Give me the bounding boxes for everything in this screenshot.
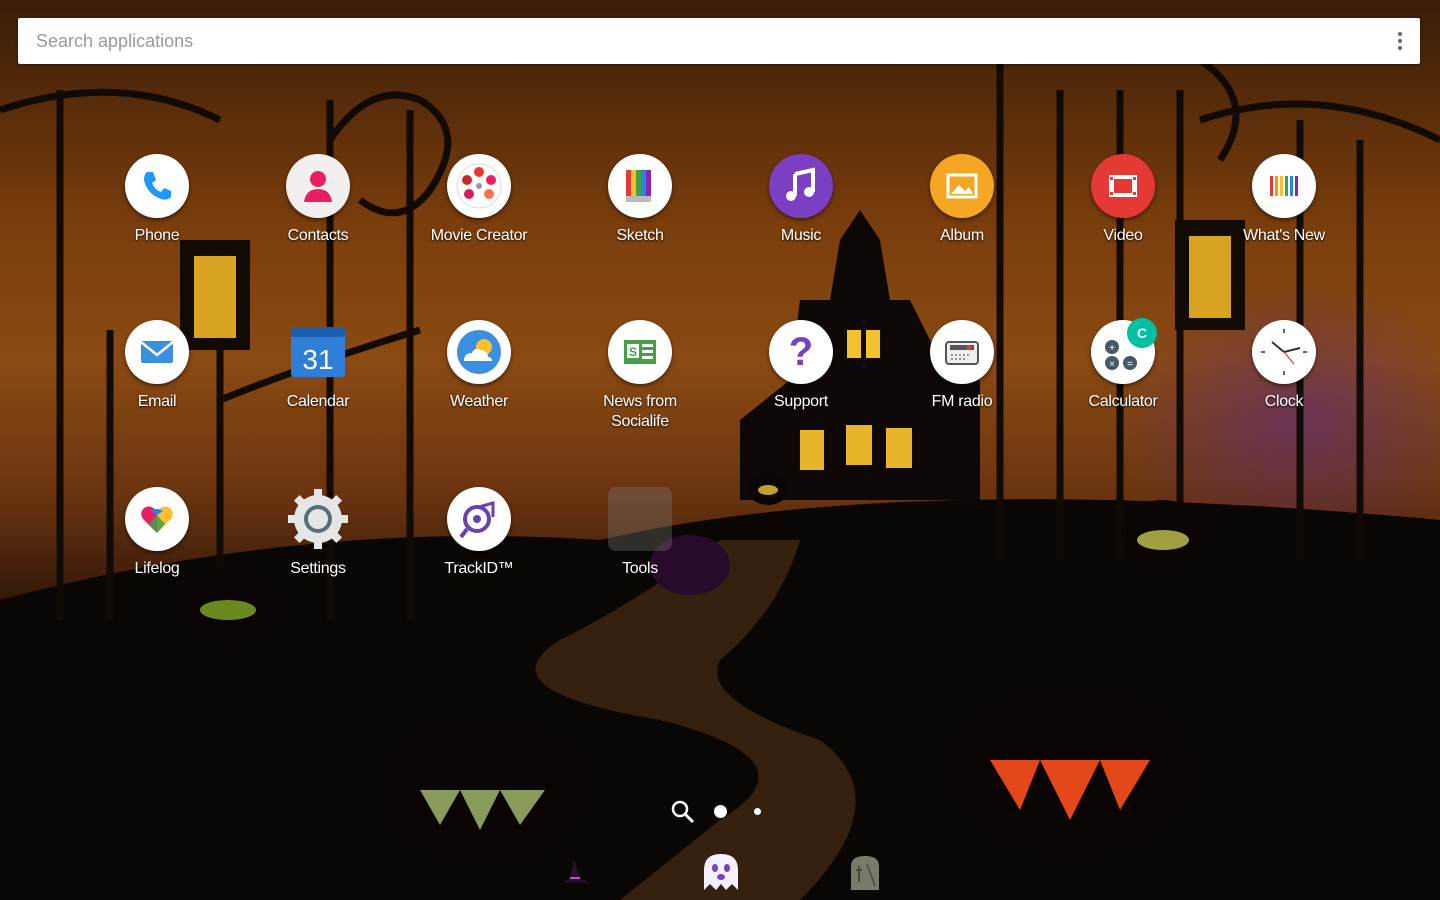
page-indicator	[666, 796, 776, 828]
settings-icon	[286, 487, 350, 551]
app-label: Sketch	[616, 227, 664, 244]
calendar-day: 31	[302, 344, 333, 375]
phone-icon	[125, 154, 189, 218]
app-clock[interactable]: Clock	[1209, 320, 1359, 440]
app-label: What's New	[1243, 227, 1325, 244]
app-label: Calculator	[1088, 393, 1158, 410]
calculator-badge: C	[1127, 318, 1157, 348]
app-whats-new[interactable]: What's New	[1209, 154, 1359, 274]
app-news-from-socialife[interactable]: S News from Socialife	[565, 320, 715, 440]
app-label: Clock	[1264, 393, 1304, 410]
page-dot-active[interactable]	[714, 805, 727, 818]
app-label: Support	[774, 393, 828, 410]
app-email[interactable]: Email	[82, 320, 232, 440]
app-calendar[interactable]: 31 Calendar	[243, 320, 393, 440]
fm-radio-icon	[930, 320, 994, 384]
app-label: Weather	[449, 393, 509, 410]
app-trackid[interactable]: TrackID™	[404, 487, 554, 607]
app-sketch[interactable]: Sketch	[565, 154, 715, 274]
app-label: Video	[1103, 227, 1143, 244]
calendar-icon: 31	[286, 320, 350, 384]
svg-text:=: =	[1127, 359, 1133, 370]
email-icon	[125, 320, 189, 384]
svg-text:×: ×	[1109, 359, 1115, 370]
ghost-icon[interactable]	[698, 850, 744, 899]
app-contacts[interactable]: Contacts	[243, 154, 393, 274]
svg-text:S: S	[629, 345, 637, 359]
tombstone-icon[interactable]	[845, 852, 885, 897]
app-label: Movie Creator	[430, 227, 528, 244]
search-input[interactable]: Search applications	[36, 31, 193, 52]
video-icon	[1091, 154, 1155, 218]
app-album[interactable]: Album	[887, 154, 1037, 274]
app-label: Music	[780, 227, 822, 244]
lifelog-icon	[125, 487, 189, 551]
app-support[interactable]: ? Support	[726, 320, 876, 440]
app-settings[interactable]: Settings	[243, 487, 393, 607]
music-icon	[769, 154, 833, 218]
weather-icon	[447, 320, 511, 384]
app-fm-radio[interactable]: FM radio	[887, 320, 1037, 440]
overflow-menu-icon[interactable]	[1392, 29, 1408, 53]
trackid-icon	[447, 487, 511, 551]
album-icon	[930, 154, 994, 218]
app-movie-creator[interactable]: Movie Creator	[404, 154, 554, 274]
app-label: Contacts	[287, 227, 349, 244]
svg-text:+: +	[1109, 343, 1115, 354]
clock-icon	[1252, 320, 1316, 384]
search-bar[interactable]: Search applications	[18, 18, 1420, 64]
app-calculator[interactable]: + × = C Calculator	[1048, 318, 1198, 440]
app-label: Calendar	[286, 393, 350, 410]
calculator-icon: + × = C	[1091, 318, 1157, 384]
app-label: Tools	[622, 560, 658, 577]
app-music[interactable]: Music	[726, 154, 876, 274]
folder-tools[interactable]: Tools	[565, 487, 715, 607]
app-label: News from Socialife	[603, 393, 677, 430]
app-label: Email	[137, 393, 177, 410]
app-lifelog[interactable]: Lifelog	[82, 487, 232, 607]
folder-icon	[608, 487, 672, 551]
app-label: FM radio	[931, 393, 993, 410]
app-label: Lifelog	[134, 560, 180, 577]
halloween-wallpaper	[0, 0, 1440, 900]
page-dot[interactable]	[754, 808, 761, 815]
news-icon: S	[608, 320, 672, 384]
app-video[interactable]: Video	[1048, 154, 1198, 274]
app-label: TrackID™	[444, 560, 514, 577]
support-icon: ?	[769, 320, 833, 384]
app-label: Phone	[134, 227, 180, 244]
search-icon[interactable]	[670, 799, 696, 825]
sketch-icon	[608, 154, 672, 218]
witch-hat-icon[interactable]	[556, 852, 596, 897]
app-weather[interactable]: Weather	[404, 320, 554, 440]
movie-creator-icon	[447, 154, 511, 218]
support-glyph: ?	[788, 329, 814, 374]
whats-new-icon	[1252, 154, 1316, 218]
app-phone[interactable]: Phone	[82, 154, 232, 274]
app-label: Album	[940, 227, 984, 244]
contacts-icon	[286, 154, 350, 218]
app-label: Settings	[290, 560, 346, 577]
